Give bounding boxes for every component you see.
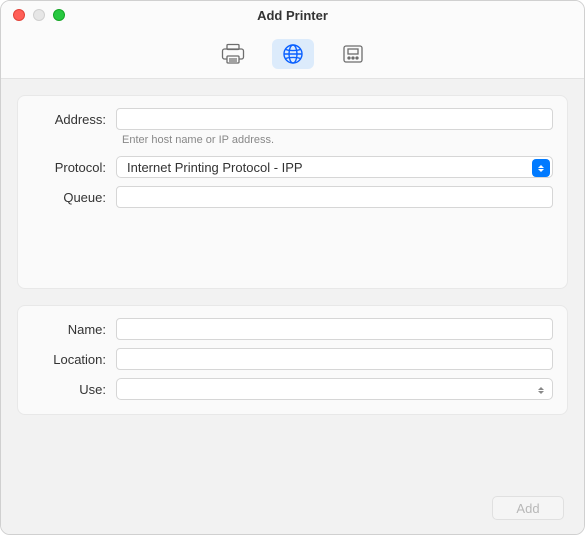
printer-info-panel: Name: Location: Use: <box>17 305 568 415</box>
mode-segmented-control <box>212 39 374 69</box>
content-area: Address: Enter host name or IP address. … <box>1 79 584 535</box>
location-label: Location: <box>32 352 116 367</box>
updown-arrows-icon <box>532 159 550 177</box>
add-button-label: Add <box>516 501 539 516</box>
name-row: Name: <box>32 318 553 340</box>
address-label: Address: <box>32 112 116 127</box>
globe-icon <box>280 43 306 65</box>
protocol-value: Internet Printing Protocol - IPP <box>127 160 303 175</box>
address-hint: Enter host name or IP address. <box>116 134 553 146</box>
printer-advanced-icon <box>340 43 366 65</box>
queue-row: Queue: <box>32 186 553 208</box>
protocol-label: Protocol: <box>32 160 116 175</box>
connection-panel: Address: Enter host name or IP address. … <box>17 95 568 289</box>
location-row: Location: <box>32 348 553 370</box>
ip-printer-tab[interactable] <box>272 39 314 69</box>
default-printer-tab[interactable] <box>212 39 254 69</box>
use-row: Use: <box>32 378 553 400</box>
queue-input[interactable] <box>116 186 553 208</box>
updown-arrows-icon <box>532 381 550 399</box>
spacer <box>17 415 568 484</box>
name-input[interactable] <box>116 318 553 340</box>
footer: Add <box>17 484 568 520</box>
protocol-select[interactable]: Internet Printing Protocol - IPP <box>116 156 553 178</box>
location-input[interactable] <box>116 348 553 370</box>
printer-icon <box>220 43 246 65</box>
use-label: Use: <box>32 382 116 397</box>
queue-label: Queue: <box>32 190 116 205</box>
name-label: Name: <box>32 322 116 337</box>
address-row: Address: <box>32 108 553 130</box>
advanced-printer-tab[interactable] <box>332 39 374 69</box>
toolbar <box>1 29 584 79</box>
use-select-wrap <box>116 378 553 400</box>
use-select[interactable] <box>116 378 553 400</box>
address-input[interactable] <box>116 108 553 130</box>
window-title: Add Printer <box>1 8 584 23</box>
add-button[interactable]: Add <box>492 496 564 520</box>
add-printer-window: Add Printer <box>0 0 585 535</box>
protocol-select-wrap: Internet Printing Protocol - IPP <box>116 156 553 178</box>
titlebar: Add Printer <box>1 1 584 29</box>
protocol-row: Protocol: Internet Printing Protocol - I… <box>32 156 553 178</box>
